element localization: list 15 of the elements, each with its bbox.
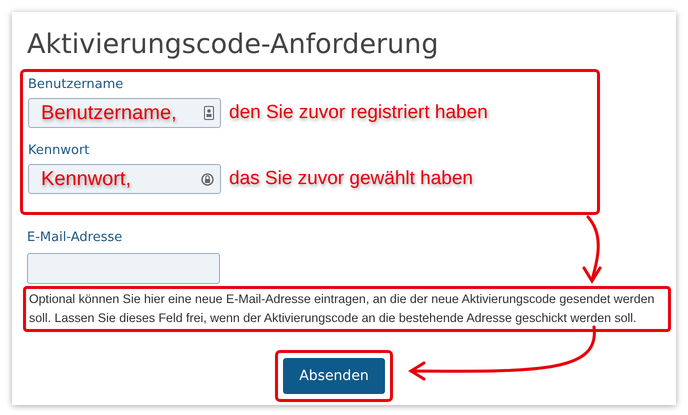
field-label: Benutzername (28, 76, 124, 94)
email-field[interactable] (27, 253, 220, 284)
help-text: Optional können Sie hier eine neue E-Mail-Adresse eintragen, an die der neue Aktivierungscode gesendet werden soll. Lassen Sie dieses Feld frei, wenn der Aktivierungscode an die bestehende Adresse geschickt werden soll. (23, 286, 671, 332)
field-label: E-Mail-Adresse (27, 229, 124, 247)
input-field[interactable]: Benutzername, (28, 98, 221, 128)
annotation-text: Benutzername, (41, 102, 177, 124)
id-card-icon (204, 106, 214, 120)
annotation-text: Kennwort, (41, 168, 132, 190)
lock-icon (201, 172, 214, 186)
annotation-text: das Sie zuvor gewählt haben (229, 168, 473, 190)
page-title: Aktivierungscode-Anforderung (27, 28, 440, 62)
input-field[interactable]: Kennwort, (28, 164, 221, 194)
submit-button[interactable]: Absenden (283, 358, 385, 394)
field-label: Kennwort (28, 142, 90, 160)
annotation-text: den Sie zuvor registriert haben (229, 102, 488, 124)
